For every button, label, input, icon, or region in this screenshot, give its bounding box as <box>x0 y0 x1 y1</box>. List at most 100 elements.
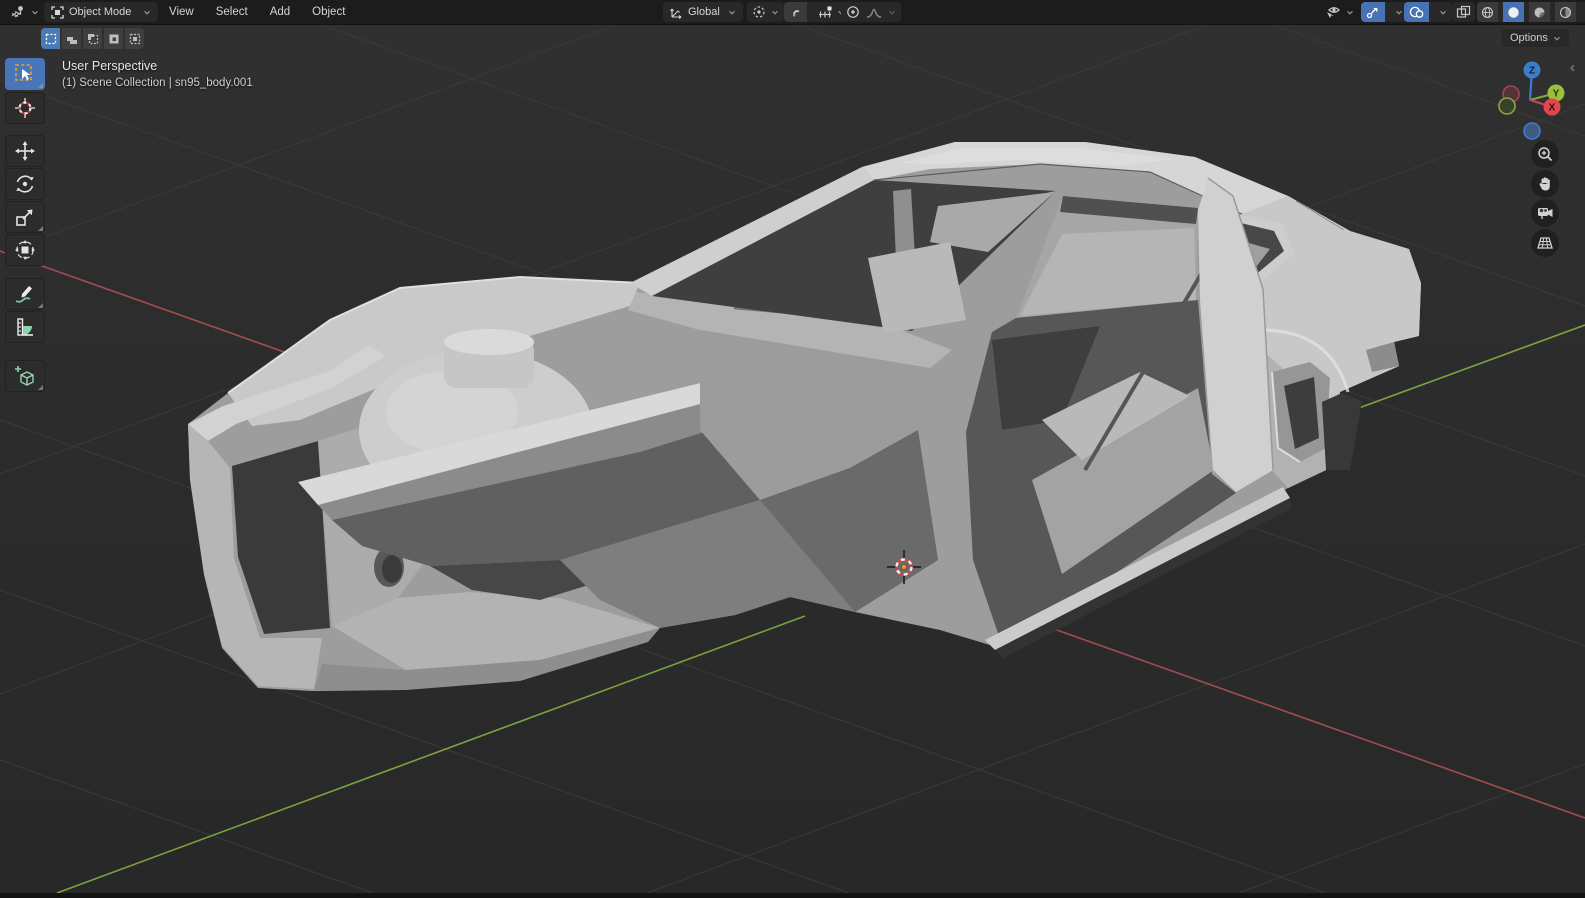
show-gizmo-toggle[interactable] <box>1361 2 1385 22</box>
gizmo-axis-neg-z[interactable] <box>1523 122 1541 140</box>
gizmo-icon <box>1366 7 1378 19</box>
show-overlays-toggle[interactable] <box>1404 2 1429 22</box>
xray-icon <box>1456 5 1471 18</box>
falloff-curve-icon[interactable] <box>866 6 882 19</box>
pan-button[interactable] <box>1531 170 1559 198</box>
overlays-group <box>1404 2 1452 22</box>
viewport-header: Object Mode View Select Add Object Globa… <box>0 0 1585 25</box>
scale-icon <box>16 209 33 226</box>
svg-text:X: X <box>1549 103 1556 114</box>
blender-window: { "header": { "mode": "Object Mode", "me… <box>0 0 1585 898</box>
rendered-sphere-icon <box>1559 6 1572 18</box>
perspective-grid-icon <box>1537 237 1553 249</box>
select-mode-extend[interactable] <box>62 28 81 49</box>
select-mode-group <box>41 28 144 49</box>
menu-object[interactable]: Object <box>305 4 352 20</box>
menu-view[interactable]: View <box>162 4 201 20</box>
solid-sphere-icon <box>1508 6 1519 18</box>
wireframe-sphere-icon <box>1481 6 1494 18</box>
orientation-axes-icon <box>670 8 682 19</box>
transform-orientation-dropdown[interactable]: Global <box>663 2 743 22</box>
rear-wheel-arch <box>1322 393 1362 470</box>
annotate-icon <box>15 286 32 303</box>
xray-toggle[interactable] <box>1452 2 1475 22</box>
select-invert-icon <box>109 34 118 43</box>
chevron-down-icon[interactable] <box>888 10 896 15</box>
mode-label: Object Mode <box>69 6 132 18</box>
select-set-icon <box>45 33 56 44</box>
chevron-down-icon <box>32 10 38 15</box>
zoom-button[interactable] <box>1531 140 1559 168</box>
select-mode-invert[interactable] <box>104 28 123 49</box>
car-model[interactable] <box>188 142 1421 691</box>
tool-scale[interactable] <box>5 201 45 233</box>
tool-annotate[interactable] <box>5 278 45 310</box>
camera-icon <box>1537 208 1552 219</box>
view-perspective-label: User Perspective <box>62 59 158 73</box>
shading-solid-button[interactable] <box>1503 2 1524 22</box>
visibility-eye-icon <box>1327 7 1340 18</box>
gizmos-group <box>1361 2 1408 22</box>
chevron-down-icon <box>1554 36 1560 41</box>
editor-type-button[interactable] <box>6 2 43 22</box>
shading-group <box>1477 2 1585 22</box>
select-box-icon <box>15 64 32 81</box>
overlays-icon <box>1409 6 1424 18</box>
select-mode-set[interactable] <box>41 28 60 49</box>
tool-select-box[interactable] <box>5 58 45 90</box>
tool-add-cube[interactable] <box>5 360 45 392</box>
menu-select[interactable]: Select <box>209 4 255 20</box>
measure-icon <box>17 318 33 336</box>
pivot-point-icon <box>753 6 765 18</box>
perspective-toggle-button[interactable] <box>1531 229 1559 257</box>
tool-cursor[interactable] <box>5 92 45 124</box>
camera-view-button[interactable] <box>1531 199 1559 227</box>
material-sphere-icon <box>1534 7 1545 17</box>
select-subtract-icon <box>87 33 98 44</box>
editor-divider <box>0 893 1585 898</box>
hand-icon <box>1539 177 1550 191</box>
svg-text:Z: Z <box>1529 66 1535 77</box>
select-mode-subtract[interactable] <box>83 28 102 49</box>
chevron-down-icon <box>144 10 150 15</box>
zoom-icon <box>1538 147 1553 162</box>
gizmo-axis-z[interactable]: Z <box>1523 61 1541 79</box>
select-mode-intersect[interactable] <box>125 28 144 49</box>
magnet-icon <box>792 9 800 17</box>
orientation-label: Global <box>688 6 720 18</box>
object-visibility-dropdown[interactable] <box>1320 2 1359 22</box>
options-button[interactable]: Options <box>1502 29 1569 47</box>
snap-toggle[interactable] <box>784 2 807 22</box>
transform-icon <box>15 240 35 260</box>
gizmo-axis-x[interactable]: X <box>1543 98 1561 116</box>
shading-dropdown[interactable] <box>1581 2 1585 22</box>
chevron-down-icon <box>1396 10 1402 15</box>
mode-dropdown[interactable]: Object Mode <box>44 2 158 22</box>
chevron-down-icon <box>1440 10 1446 15</box>
navigation-gizmo[interactable]: Z Y X <box>1492 56 1572 148</box>
overlays-dropdown[interactable] <box>1434 2 1452 22</box>
tool-measure[interactable] <box>5 311 45 343</box>
editor-3d-viewport-icon <box>11 6 23 18</box>
rotate-icon <box>16 175 34 193</box>
3d-viewport[interactable] <box>0 24 1585 893</box>
chevron-down-icon <box>1347 10 1353 15</box>
pivot-point-dropdown[interactable] <box>747 2 784 22</box>
menu-add[interactable]: Add <box>263 4 297 20</box>
add-cube-icon <box>15 366 34 386</box>
gizmo-axis-neg-y[interactable] <box>1498 97 1516 115</box>
proportional-edit-icon[interactable] <box>846 5 860 19</box>
shading-rendered-button[interactable] <box>1555 2 1576 22</box>
active-object-label: (1) Scene Collection | sn95_body.001 <box>62 77 253 89</box>
tool-transform[interactable] <box>5 234 45 266</box>
shading-material-button[interactable] <box>1529 2 1550 22</box>
select-extend-icon <box>66 36 77 44</box>
shading-wireframe-button[interactable] <box>1477 2 1498 22</box>
select-intersect-icon <box>129 33 140 44</box>
tool-move[interactable] <box>5 135 45 167</box>
menu-bar: View Select Add Object <box>162 0 352 24</box>
proportional-edit-group <box>841 2 901 22</box>
tool-rotate[interactable] <box>5 168 45 200</box>
svg-text:Y: Y <box>1553 89 1560 100</box>
viewport-scene <box>0 24 1585 893</box>
